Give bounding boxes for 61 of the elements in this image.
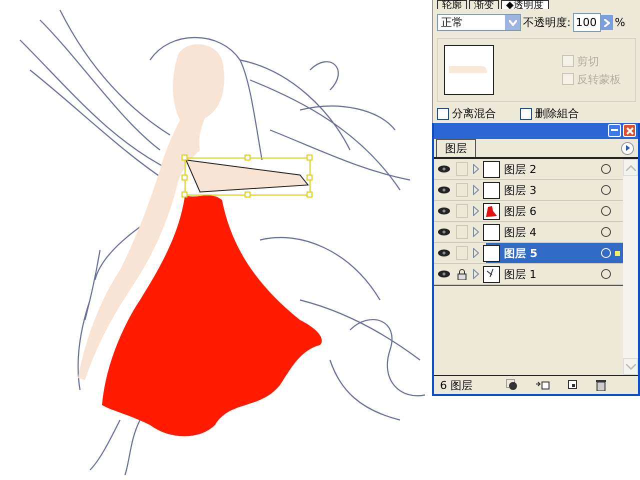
blend-mode-dropdown[interactable]: 正常: [437, 14, 521, 31]
mask-thumbnail: [444, 45, 494, 95]
percent-label: %: [614, 16, 626, 29]
expand-triangle-icon[interactable]: [473, 269, 479, 279]
arrow-right-icon: [604, 18, 610, 26]
new-layer-icon[interactable]: [568, 380, 578, 390]
eye-icon[interactable]: [438, 270, 450, 278]
layer-thumbnail: [483, 244, 500, 262]
trash-icon[interactable]: [596, 379, 606, 391]
layer-row[interactable]: 图层 5: [434, 243, 623, 264]
panel-menu-icon[interactable]: [621, 142, 634, 154]
lock-toggle[interactable]: [456, 162, 468, 176]
option-checkbox[interactable]: 分离混合: [437, 106, 496, 121]
layers-tab[interactable]: 图层: [436, 139, 476, 157]
expand-triangle-icon[interactable]: [473, 248, 479, 258]
expand-triangle-icon[interactable]: [473, 206, 479, 216]
expand-triangle-icon[interactable]: [473, 164, 479, 174]
layer-name: 图层 1: [504, 266, 538, 282]
layer-row[interactable]: 图层 2: [434, 159, 623, 180]
target-circle-icon[interactable]: [601, 164, 611, 174]
layer-row[interactable]: 图层 6: [434, 201, 623, 222]
move-to-layer-icon[interactable]: [536, 380, 550, 390]
selection-marker-icon: [615, 250, 620, 256]
eye-icon[interactable]: [438, 186, 450, 194]
minimize-button[interactable]: [608, 124, 621, 137]
layer-name: 图层 5: [504, 246, 538, 260]
eye-icon[interactable]: [438, 249, 450, 257]
option-checkbox[interactable]: 删除組合: [520, 106, 579, 121]
expand-triangle-icon[interactable]: [473, 185, 479, 195]
layer-thumbnail: [483, 266, 500, 282]
layer-name: 图层 4: [504, 224, 538, 240]
target-circle-icon[interactable]: [601, 185, 611, 195]
close-button[interactable]: [623, 124, 636, 137]
lock-icon[interactable]: [457, 268, 467, 280]
target-circle-icon[interactable]: [601, 269, 611, 279]
layer-thumbnail: [483, 202, 500, 220]
eye-icon[interactable]: [438, 228, 450, 236]
close-icon: [626, 126, 634, 134]
lock-toggle[interactable]: [456, 183, 468, 197]
lock-toggle[interactable]: [456, 204, 468, 218]
expand-triangle-icon[interactable]: [473, 227, 479, 237]
layer-row[interactable]: 图层 3: [434, 180, 623, 201]
eye-icon[interactable]: [438, 165, 450, 173]
target-circle-icon[interactable]: [601, 227, 611, 237]
make-mask-icon[interactable]: [506, 379, 518, 391]
eye-icon[interactable]: [438, 207, 450, 215]
layer-row[interactable]: 图层 1: [434, 264, 623, 285]
target-circle-icon[interactable]: [601, 206, 611, 216]
layer-thumbnail: [483, 182, 500, 198]
opacity-arrow-button[interactable]: [600, 15, 613, 30]
opacity-label: 不透明度:: [523, 15, 571, 30]
layer-thumbnail: [483, 160, 500, 178]
layer-name: 图层 3: [504, 182, 538, 198]
layer-count: 6 图层: [440, 378, 474, 392]
opacity-field[interactable]: 100: [572, 13, 601, 32]
layer-name: 图层 6: [504, 204, 538, 218]
lock-toggle[interactable]: [456, 246, 468, 260]
layer-name: 图层 2: [504, 162, 538, 176]
lock-toggle[interactable]: [456, 225, 468, 239]
minimize-icon: [611, 129, 618, 132]
layer-thumbnail: [483, 224, 500, 240]
